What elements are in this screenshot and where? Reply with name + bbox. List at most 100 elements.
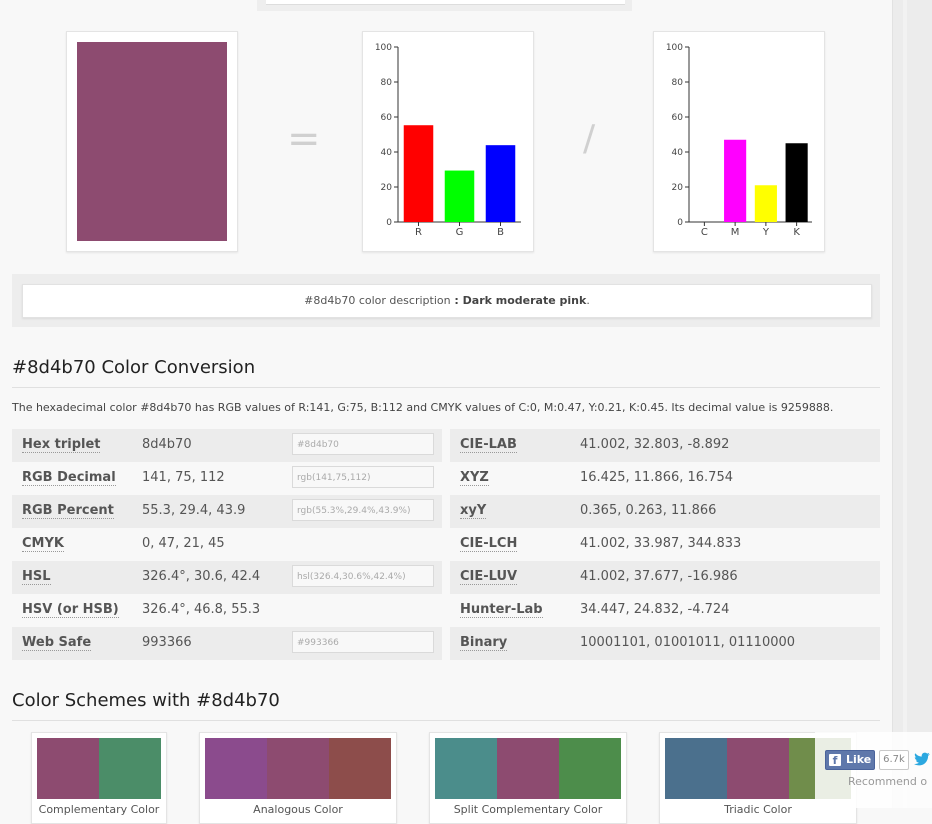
scheme-swatch[interactable]	[99, 738, 161, 799]
facebook-icon: f	[829, 754, 841, 767]
facebook-like-count: 6.7k	[879, 750, 909, 770]
css-value-field[interactable]: hsl(326.4,30.6%,42.4%)	[292, 565, 434, 587]
conversion-label: HSV (or HSB)	[22, 602, 119, 618]
page-right-margin	[892, 0, 932, 808]
conversion-label: CIE-LAB	[460, 437, 517, 453]
conversion-row-right: CIE-LCH 41.002, 33.987, 344.833	[450, 528, 880, 561]
rgb-chart-card: 0 20 40 60 80 100 R G B	[362, 31, 534, 252]
scheme-swatch[interactable]	[37, 738, 99, 799]
scheme-swatch[interactable]	[665, 738, 727, 799]
conversion-row-right: CIE-LUV 41.002, 37.677, -16.986	[450, 561, 880, 594]
description-prefix: #8d4b70 color description	[304, 294, 451, 307]
top-panel-inner	[266, 0, 625, 5]
css-value-field[interactable]: rgb(55.3%,29.4%,43.9%)	[292, 499, 434, 521]
conversion-label: CMYK	[22, 536, 64, 552]
y-tick-label: 20	[672, 183, 684, 193]
y-tick-label: 100	[375, 43, 392, 53]
scheme-card[interactable]: Split Complementary Color	[429, 732, 627, 824]
conversion-title: #8d4b70 Color Conversion	[12, 357, 256, 378]
scheme-label: Complementary Color	[38, 803, 160, 816]
conversion-label: HSL	[22, 569, 51, 585]
conversion-row-right: xyY 0.365, 0.263, 11.866	[450, 495, 880, 528]
scheme-card[interactable]: Analogous Color	[199, 732, 397, 824]
x-tick-label: M	[731, 227, 740, 238]
x-tick-label: K	[793, 227, 800, 238]
conversion-label: Web Safe	[22, 635, 92, 651]
conversion-row-right: Binary 10001101, 01001011, 01110000	[450, 627, 880, 660]
cmyk-bar-chart: 0 20 40 60 80 100 C M Y K	[662, 40, 812, 243]
conversion-value: 0, 47, 21, 45	[142, 536, 225, 551]
x-tick-label: C	[701, 227, 708, 238]
scheme-swatch[interactable]	[727, 738, 789, 799]
cmyk-chart-card: 0 20 40 60 80 100 C M Y K	[653, 31, 825, 252]
conversion-value: 326.4°, 30.6, 42.4	[142, 569, 261, 584]
scheme-swatch[interactable]	[559, 738, 621, 799]
scheme-swatch[interactable]	[435, 738, 497, 799]
y-tick-label: 100	[666, 43, 683, 53]
conversion-label: CIE-LCH	[460, 536, 518, 552]
y-tick-label: 60	[381, 113, 393, 123]
conversion-value: 41.002, 33.987, 344.833	[580, 536, 742, 551]
facebook-like-button[interactable]: f Like	[825, 750, 875, 770]
conversion-value: 34.447, 24.832, -4.724	[580, 602, 730, 617]
rgb-bar-chart: 0 20 40 60 80 100 R G B	[371, 40, 521, 243]
conversion-label: XYZ	[460, 470, 489, 486]
conversion-row-right: CIE-LAB 41.002, 32.803, -8.892	[450, 429, 880, 462]
conversion-row-right: Hunter-Lab 34.447, 24.832, -4.724	[450, 594, 880, 627]
conversion-label: Hex triplet	[22, 437, 101, 453]
conversion-row-left: HSV (or HSB) 326.4°, 46.8, 55.3	[12, 594, 442, 627]
y-tick-label: 40	[381, 148, 393, 158]
y-tick-label: 0	[386, 218, 392, 228]
conversion-row-left: RGB Percent 55.3, 29.4, 43.9 rgb(55.3%,29.…	[12, 495, 442, 528]
scheme-swatch[interactable]	[267, 738, 329, 799]
bar-y	[754, 185, 777, 222]
y-tick-label: 60	[672, 113, 684, 123]
page-right-strip	[903, 0, 907, 808]
scheme-swatch[interactable]	[329, 738, 391, 799]
color-swatch	[77, 42, 227, 241]
scheme-swatch[interactable]	[497, 738, 559, 799]
scheme-label: Split Complementary Color	[453, 803, 603, 816]
scheme-card[interactable]: Complementary Color	[31, 732, 167, 824]
color-description: #8d4b70 color description : Dark moderat…	[22, 284, 872, 318]
twitter-icon[interactable]	[912, 750, 932, 768]
color-swatch-card	[66, 31, 238, 252]
conversion-value: 141, 75, 112	[142, 470, 225, 485]
bar-m	[724, 139, 747, 222]
conversion-value: 8d4b70	[142, 437, 192, 452]
top-panel	[257, 0, 632, 11]
conversion-label: RGB Percent	[22, 503, 114, 519]
recommend-text: Recommend o	[848, 775, 928, 788]
conversion-row-right: XYZ 16.425, 11.866, 16.754	[450, 462, 880, 495]
bar-r	[403, 125, 434, 222]
y-tick-label: 80	[381, 78, 393, 88]
conversion-row-left: HSL 326.4°, 30.6, 42.4 hsl(326.4,30.6%,42.…	[12, 561, 442, 594]
conversion-value: 326.4°, 46.8, 55.3	[142, 602, 261, 617]
conversion-label: RGB Decimal	[22, 470, 116, 486]
conversion-value: 55.3, 29.4, 43.9	[142, 503, 246, 518]
social-widget	[815, 732, 932, 808]
bar-g	[444, 170, 475, 222]
y-tick-label: 0	[677, 218, 683, 228]
bar-b	[485, 145, 516, 222]
schemes-title: Color Schemes with #8d4b70	[12, 690, 280, 711]
scheme-label: Analogous Color	[253, 803, 343, 816]
css-value-field[interactable]: #8d4b70	[292, 433, 434, 455]
css-value-field[interactable]: #993366	[292, 631, 434, 653]
equals-sign: =	[287, 116, 321, 162]
x-tick-label: Y	[762, 227, 770, 238]
conversion-label: Binary	[460, 635, 508, 651]
x-tick-label: B	[497, 227, 504, 238]
css-value-field[interactable]: rgb(141,75,112)	[292, 466, 434, 488]
conversion-value: 993366	[142, 635, 192, 650]
conversion-intro: The hexadecimal color #8d4b70 has RGB va…	[12, 401, 834, 414]
bar-k	[785, 143, 808, 222]
x-tick-label: R	[415, 227, 422, 238]
conversion-row-left: RGB Decimal 141, 75, 112 rgb(141,75,112)	[12, 462, 442, 495]
description-period: .	[586, 294, 590, 307]
conversion-value: 0.365, 0.263, 11.866	[580, 503, 717, 518]
scheme-swatch[interactable]	[205, 738, 267, 799]
conversion-value: 16.425, 11.866, 16.754	[580, 470, 733, 485]
description-separator: :	[450, 294, 463, 307]
y-tick-label: 80	[672, 78, 684, 88]
